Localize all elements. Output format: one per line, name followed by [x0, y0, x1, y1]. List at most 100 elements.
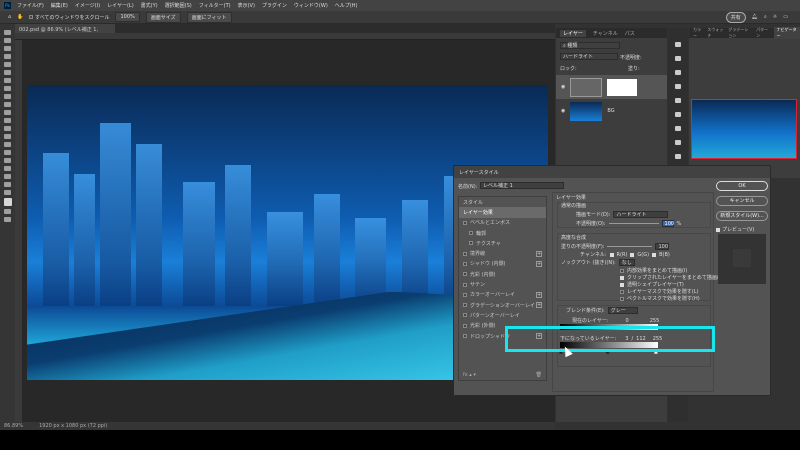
fit-screen-button[interactable]: 画面にフィット — [187, 12, 232, 23]
move-tool-icon[interactable] — [4, 30, 11, 35]
home-icon[interactable]: ⌂ — [8, 14, 11, 20]
search-icon[interactable]: ⌕ — [764, 14, 767, 20]
fit-pixels-button[interactable]: 画面サイズ — [146, 12, 181, 23]
libraries-icon[interactable] — [675, 126, 681, 131]
menu-item[interactable]: フィルター(T) — [199, 2, 231, 9]
layer-blend-mode-select[interactable]: ハードライト — [560, 53, 618, 60]
hand-tool-icon[interactable]: ✋ — [17, 14, 23, 20]
layer-filter-search[interactable]: ⌕ 種類 — [560, 42, 620, 49]
tab-channels[interactable]: チャンネル — [593, 30, 618, 37]
color-wheel-icon[interactable] — [675, 140, 681, 145]
channel-b-checkbox[interactable] — [652, 253, 656, 257]
preview-checkbox[interactable]: プレビュー(V) — [716, 226, 768, 233]
blend-mode-select[interactable]: ハードライト — [613, 211, 668, 218]
blend-option[interactable]: 内部効果をまとめて描画(I) — [620, 267, 687, 274]
blend-option-checkbox[interactable] — [620, 290, 624, 294]
style-item[interactable]: 光彩 (内側) — [459, 269, 546, 279]
opacity-slider[interactable] — [609, 223, 659, 224]
style-item[interactable]: ベベルとエンボス — [459, 218, 546, 228]
style-checkbox[interactable] — [463, 303, 467, 307]
style-item[interactable]: シャドウ (内側)+ — [459, 259, 546, 269]
style-checkbox[interactable] — [469, 231, 473, 235]
style-item[interactable]: カラーオーバーレイ+ — [459, 290, 546, 300]
style-checkbox[interactable] — [463, 313, 467, 317]
workspace-icon[interactable]: ▭ — [783, 14, 788, 20]
adjustments-icon[interactable] — [675, 112, 681, 117]
zoom-100-button[interactable]: 100% — [115, 12, 139, 22]
menu-item[interactable]: レイヤー(L) — [107, 2, 134, 9]
lightbulb-icon[interactable]: ☼ — [773, 14, 777, 20]
layer-mask-thumbnail[interactable] — [607, 79, 637, 96]
style-checkbox[interactable] — [463, 252, 467, 256]
trash-icon[interactable]: 🗑︎ — [536, 372, 542, 378]
share-button[interactable]: 共有 — [726, 12, 746, 23]
comment-icon[interactable] — [675, 70, 681, 75]
frame-tool-icon[interactable] — [4, 70, 11, 75]
document-tab[interactable]: 002.psd @ 86.9% (レベル補正 1, RGB/8#) * × — [15, 24, 115, 33]
eye-icon[interactable]: ◉ — [561, 84, 565, 90]
eye-icon[interactable]: ◉ — [561, 108, 565, 114]
stamp-tool-icon[interactable] — [4, 102, 11, 107]
fill-opacity-field[interactable]: 100 — [655, 243, 669, 250]
style-checkbox[interactable] — [463, 221, 467, 225]
history-brush-icon[interactable] — [4, 110, 11, 115]
style-item[interactable]: サテン — [459, 279, 546, 289]
scroll-all-checkbox[interactable]: すべてのウィンドウをスクロール — [29, 14, 109, 21]
layer-row-bg[interactable]: ◉ BG — [556, 99, 667, 123]
ok-button[interactable]: OK — [716, 181, 768, 191]
name-field[interactable]: レベル補正 1 — [480, 182, 564, 189]
style-item[interactable]: テクスチャ — [459, 238, 546, 248]
styles-header[interactable]: スタイル — [459, 197, 546, 207]
marquee-tool-icon[interactable] — [4, 38, 11, 43]
path-select-tool-icon[interactable] — [4, 166, 11, 171]
blend-option[interactable]: クリップされたレイヤーをまとめて描画(P) — [620, 274, 724, 281]
add-effect-icon[interactable]: + — [536, 292, 542, 298]
healing-tool-icon[interactable] — [4, 86, 11, 91]
type-tool-icon[interactable] — [4, 158, 11, 163]
menu-item[interactable]: 表示(V) — [238, 2, 255, 9]
menu-item[interactable]: ヘルプ(H) — [335, 2, 358, 9]
tab-color[interactable]: カラー — [693, 27, 703, 39]
add-effect-icon[interactable]: + — [536, 302, 542, 308]
add-effect-icon[interactable]: + — [536, 251, 542, 257]
channel-g-checkbox[interactable] — [630, 253, 634, 257]
shapes-icon[interactable] — [675, 154, 681, 159]
foreground-color-swatch[interactable] — [4, 198, 12, 206]
tab-gradients[interactable]: グラデーション — [728, 27, 752, 39]
menu-item[interactable]: プラグイン — [262, 2, 287, 9]
eraser-tool-icon[interactable] — [4, 118, 11, 123]
menu-item[interactable]: 編集(E) — [51, 2, 68, 9]
style-checkbox[interactable] — [463, 283, 467, 287]
gradient-tool-icon[interactable] — [4, 126, 11, 131]
blend-option-checkbox[interactable] — [620, 276, 624, 280]
menu-item[interactable]: ファイル(F) — [17, 2, 44, 9]
menu-item[interactable]: 書式(Y) — [141, 2, 158, 9]
cancel-button[interactable]: キャンセル — [716, 196, 768, 206]
quick-mask-icon[interactable] — [4, 209, 11, 214]
style-checkbox[interactable] — [469, 241, 473, 245]
opacity-field[interactable]: 100 — [662, 220, 674, 227]
style-checkbox[interactable] — [463, 324, 467, 328]
brush-settings-icon[interactable] — [675, 98, 681, 103]
fill-opacity-slider[interactable] — [607, 246, 652, 247]
zoom-tool-icon[interactable] — [4, 190, 11, 195]
play-icon[interactable] — [675, 42, 681, 47]
style-item[interactable]: レイヤー効果 — [459, 207, 546, 217]
channel-r-checkbox[interactable] — [610, 253, 614, 257]
tab-paths[interactable]: パス — [625, 30, 635, 37]
menu-item[interactable]: ウィンドウ(W) — [294, 2, 328, 9]
style-checkbox[interactable] — [463, 272, 467, 276]
style-checkbox[interactable] — [463, 293, 467, 297]
quick-select-tool-icon[interactable] — [4, 54, 11, 59]
blend-if-select[interactable]: グレー — [608, 307, 638, 314]
add-effect-icon[interactable]: + — [536, 261, 542, 267]
lasso-tool-icon[interactable] — [4, 46, 11, 51]
style-checkbox[interactable] — [463, 334, 467, 338]
blur-tool-icon[interactable] — [4, 134, 11, 139]
knockout-select[interactable]: なし — [619, 259, 635, 266]
zoom-level[interactable]: 86.89% — [4, 423, 23, 429]
tab-patterns[interactable]: パターン — [756, 27, 769, 39]
blend-option[interactable]: 透明シェイプレイヤー(T) — [620, 281, 684, 288]
layer-row-adjustment[interactable]: ◉ — [556, 75, 667, 99]
menu-item[interactable]: イメージ(I) — [75, 2, 100, 9]
